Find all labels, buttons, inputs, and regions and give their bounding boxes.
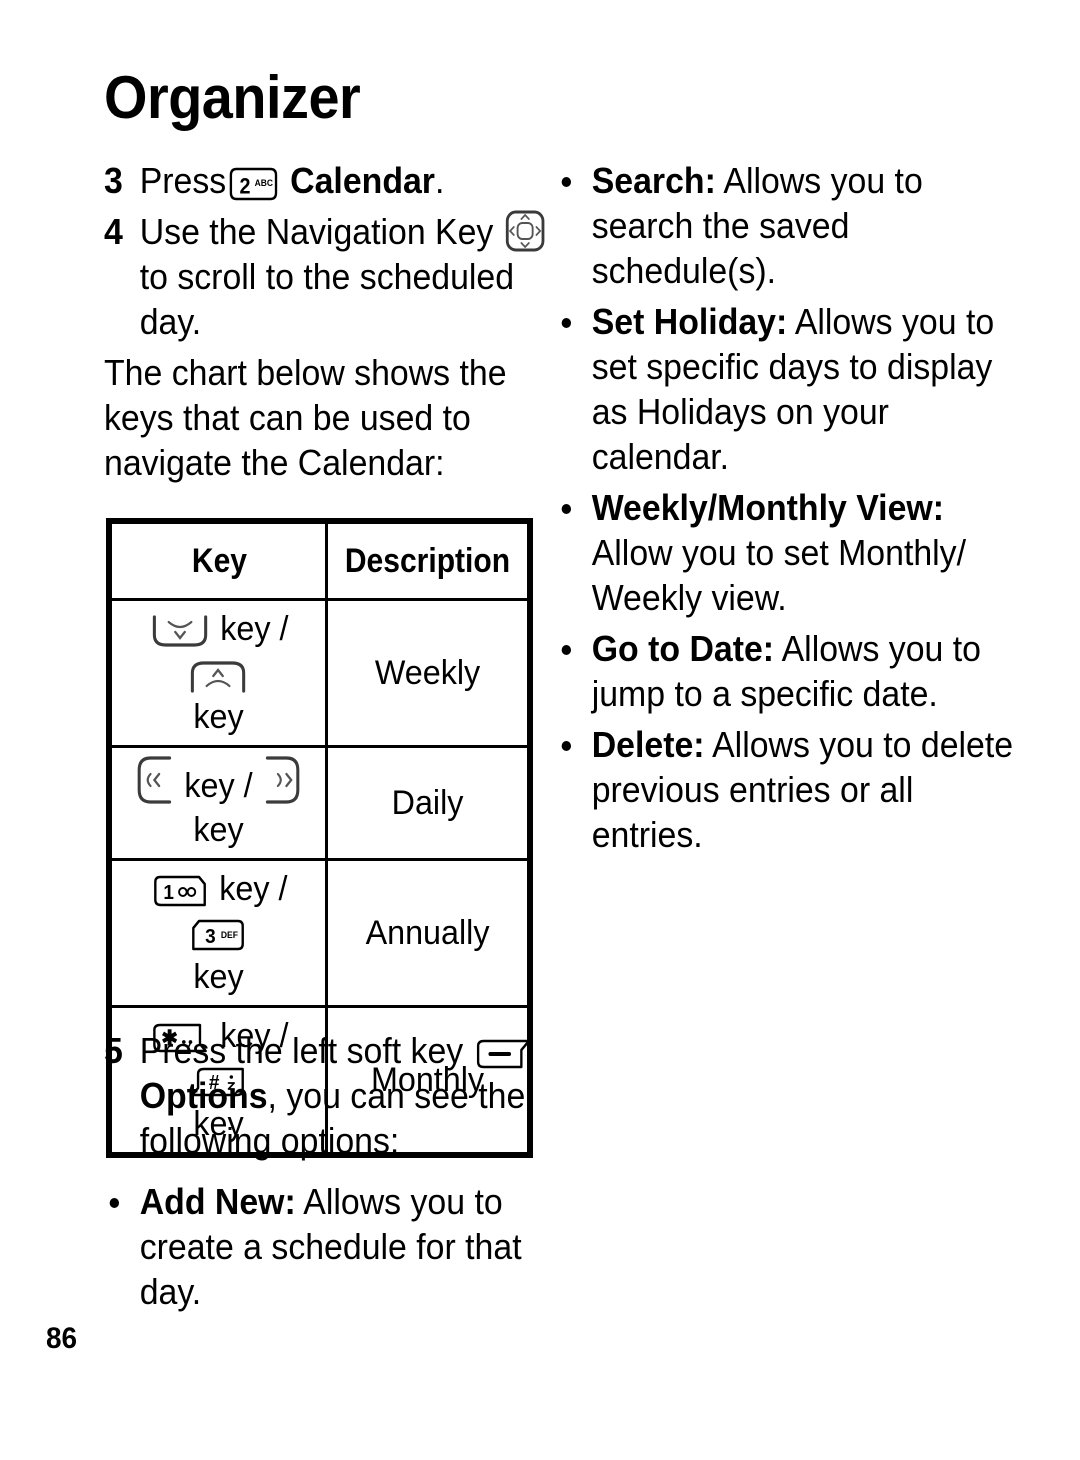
key-3-def-icon: 3 DEF (190, 917, 247, 953)
table-header-description: Description (332, 521, 523, 601)
bullet-set-holiday: Set Holiday: Allows you to set specific … (556, 299, 1030, 479)
step-3-period: . (434, 160, 445, 201)
bullet-search: Search: Allows you to search the saved s… (556, 158, 1030, 293)
bullet-weekly-monthly-view: Weekly/Monthly View: Allow you to set Mo… (556, 485, 1030, 620)
table-cell-description: Daily (324, 745, 531, 861)
page-number: 86 (46, 1322, 78, 1355)
right-column: Search: Allows you to search the saved s… (556, 158, 1013, 863)
table-cell-description: Annually (324, 858, 531, 1008)
bullet-dot-icon (561, 177, 572, 187)
navigation-key-icon (505, 209, 546, 253)
left-column: 3 Press 2 ABC Calendar. 4 Use the Navigation… (104, 158, 545, 489)
row2-sep-after: key (193, 811, 244, 849)
svg-text:1: 1 (163, 882, 174, 905)
bullet-go-to-date: Go to Date: Allows you to jump to a spec… (556, 626, 1030, 716)
table-cell-key: 1 key / 3 DEF key (109, 858, 328, 1008)
bullet-weekly-monthly-view-text: Allow you to set Monthly/ Weekly view. (591, 532, 967, 618)
table-row: key / key Daily (109, 745, 531, 861)
bullet-dot-icon (561, 504, 572, 514)
nav-left-key-icon (134, 754, 174, 806)
table-cell-description: Weekly (324, 598, 531, 748)
step-3: 3 Press 2 ABC Calendar. (104, 158, 568, 203)
svg-text:3: 3 (206, 926, 217, 949)
step-3-text-before: Press (139, 160, 227, 201)
nav-down-key-icon (150, 615, 209, 649)
step-4-text-before: Use the Navigation Key (139, 211, 494, 252)
step-3-text-after: Calendar (290, 160, 435, 201)
bullet-search-label: Search: (591, 160, 716, 201)
step-3-number: 3 (104, 160, 123, 201)
bullet-set-holiday-label: Set Holiday: (591, 301, 788, 342)
bullet-add-new: Add New: Allows you to create a schedule… (104, 1179, 568, 1314)
step-5-number: 5 (104, 1030, 123, 1071)
table-header-row: Key Description (111, 521, 529, 601)
bullet-delete: Delete: Allows you to delete previous en… (556, 722, 1030, 857)
table-header-key: Key (116, 521, 321, 601)
step-4: 4 Use the Navigation Key to scroll to the… (104, 209, 568, 344)
step-4-text-after: to scroll to the scheduled day. (139, 256, 515, 342)
chart-intro-paragraph: The chart below shows the keys that can … (104, 352, 507, 483)
bullet-go-to-date-label: Go to Date: (591, 628, 775, 669)
key-2-abc-icon: 2 ABC (228, 166, 279, 202)
row2-sep-before: key / (184, 767, 253, 805)
bullet-dot-icon (561, 741, 572, 751)
row1-sep-after: key (193, 698, 244, 736)
bullet-delete-label: Delete: (591, 724, 705, 765)
left-soft-key-icon (475, 1036, 533, 1072)
bullet-dot-icon (561, 318, 572, 328)
nav-up-key-icon (189, 659, 248, 693)
step-5-text-before: Press the left soft key (139, 1030, 464, 1071)
table-cell-key: key / key (109, 745, 328, 861)
left-column-lower: 5 Press the left soft key Options, you ca… (104, 1028, 534, 1320)
row3-sep-before: key / (219, 870, 288, 908)
key-1-voicemail-icon: 1 (151, 873, 208, 909)
table-cell-key: key / key (109, 598, 328, 748)
svg-text:ABC: ABC (255, 178, 274, 188)
step-4-number: 4 (104, 211, 123, 252)
row1-sep-before: key / (220, 610, 289, 648)
step-5: 5 Press the left soft key Options, you ca… (104, 1028, 568, 1163)
bullet-weekly-monthly-view-label: Weekly/Monthly View: (591, 487, 944, 528)
table-row: key / key Weekly (109, 598, 531, 748)
page-title: Organizer (104, 64, 361, 131)
step-5-bold-text: Options (139, 1075, 268, 1116)
bullet-dot-icon (561, 645, 572, 655)
row3-sep-after: key (193, 958, 244, 996)
nav-right-key-icon (263, 754, 303, 806)
bullet-add-new-label: Add New: (139, 1181, 296, 1222)
manual-page: Organizer 3 Press 2 ABC Calendar. 4 Use the … (0, 0, 1080, 1460)
bullet-dot-icon (109, 1198, 120, 1208)
table-row: 1 key / 3 DEF key Annually (109, 858, 531, 1008)
svg-text:DEF: DEF (221, 930, 239, 940)
svg-text:2: 2 (240, 174, 251, 198)
